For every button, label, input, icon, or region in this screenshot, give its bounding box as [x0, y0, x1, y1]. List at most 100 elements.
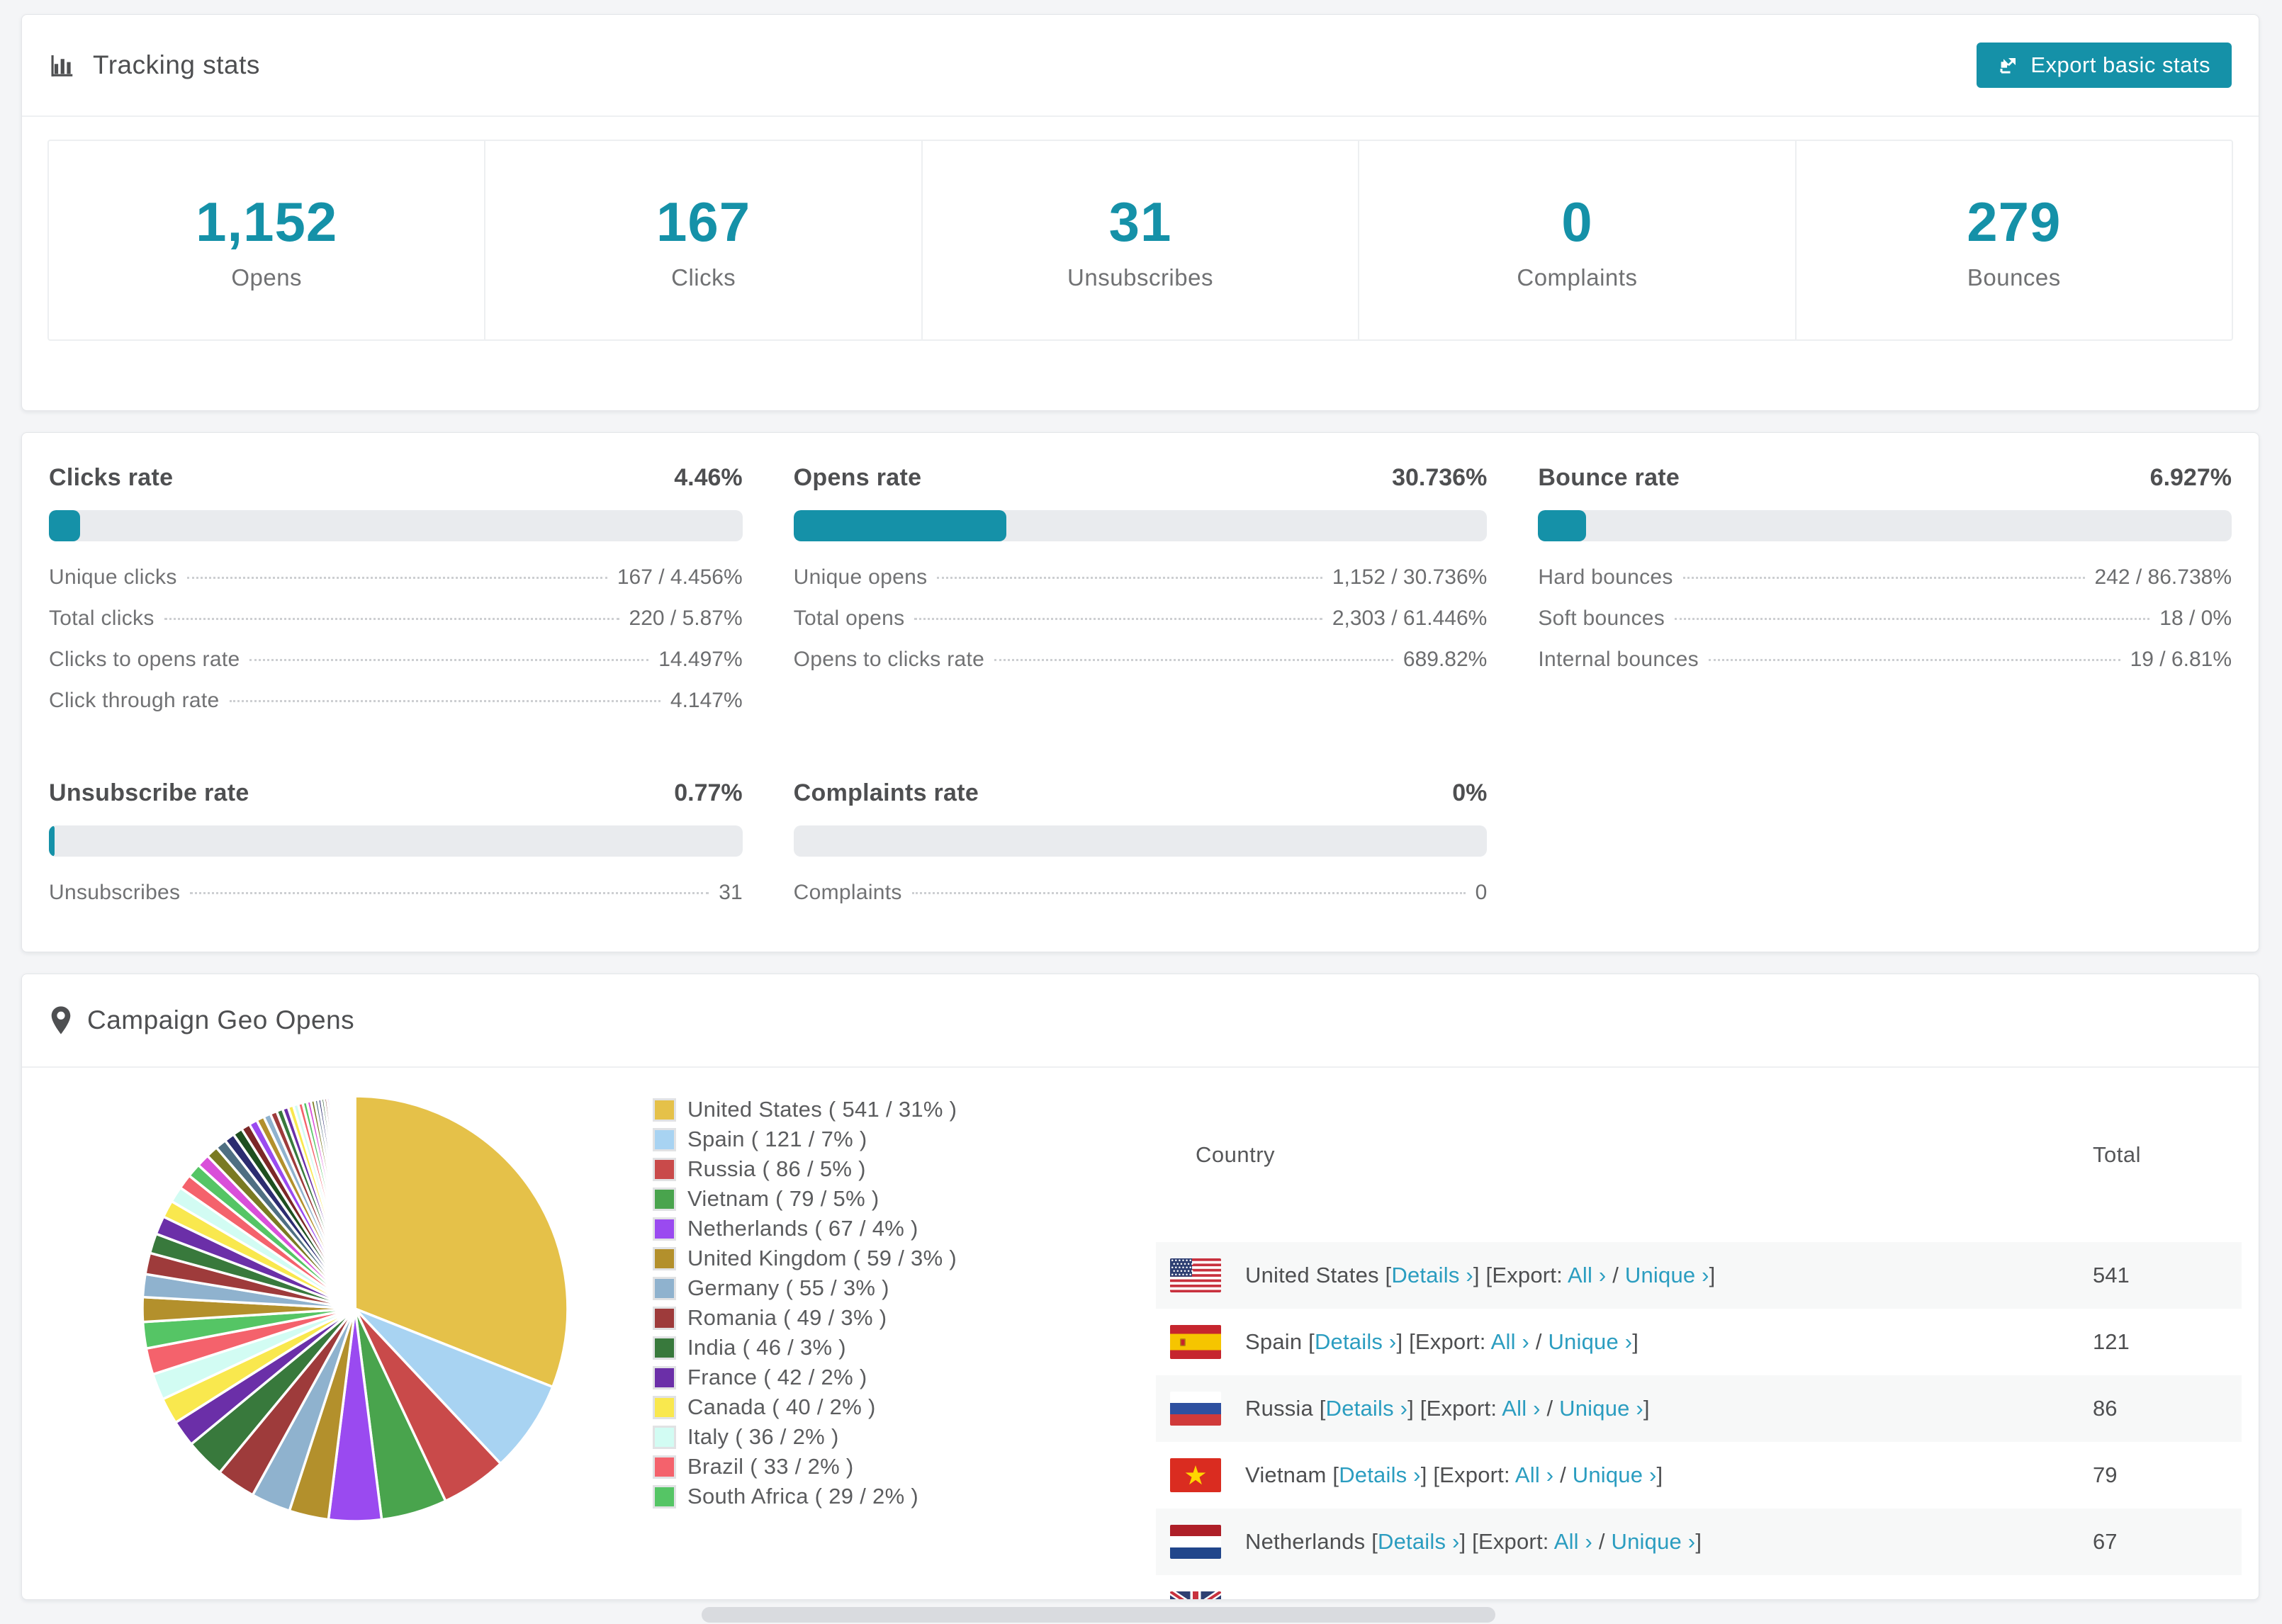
rate-stat-value: 2,303 / 61.446% — [1332, 607, 1488, 630]
legend-swatch — [653, 1157, 676, 1181]
rate-stat-label: Complaints — [793, 881, 902, 904]
rate-stat-label: Soft bounces — [1538, 607, 1665, 630]
legend-label: South Africa ( 29 / 2% ) — [687, 1484, 918, 1509]
horizontal-scrollbar-thumb[interactable] — [702, 1607, 1495, 1623]
geo-header: Campaign Geo Opens — [22, 974, 2259, 1068]
rate-stat-label: Hard bounces — [1538, 565, 1673, 589]
rate-progress-fill — [49, 510, 80, 541]
stat-box: 279 Bounces — [1797, 141, 2232, 339]
legend-label: Netherlands ( 67 / 4% ) — [687, 1216, 918, 1241]
export-all-link[interactable]: All › — [1515, 1462, 1553, 1487]
stat-value: 0 — [1561, 190, 1593, 253]
geo-table-header-total: Total — [2093, 1142, 2141, 1167]
rate-title: Bounce rate — [1538, 464, 1680, 491]
dotted-leader — [994, 659, 1393, 661]
legend-label: Canada ( 40 / 2% ) — [687, 1394, 876, 1419]
rate-value: 4.46% — [674, 464, 743, 491]
rate-stat-label: Total clicks — [49, 607, 154, 630]
rate-value: 0% — [1452, 779, 1488, 806]
legend-label: Italy ( 36 / 2% ) — [687, 1424, 839, 1449]
legend-label: Romania ( 49 / 3% ) — [687, 1305, 887, 1330]
geo-title-text: Campaign Geo Opens — [87, 1005, 355, 1034]
country-flag-icon — [1170, 1258, 1221, 1292]
country-total: 541 — [2093, 1263, 2130, 1287]
details-link[interactable]: Details › — [1391, 1263, 1473, 1287]
rate-stat-row: Unique clicks 167 / 4.456% — [49, 565, 743, 607]
rate-progress-track — [49, 510, 743, 541]
rate-block: Opens rate 30.736% Unique opens 1,152 / … — [793, 464, 1488, 730]
geo-row-text: Netherlands [Details ›] [Export: All › /… — [1245, 1529, 1702, 1554]
stat-label: Clicks — [671, 264, 736, 291]
country-flag-icon — [1170, 1525, 1221, 1559]
export-unique-link[interactable]: Unique › — [1559, 1396, 1643, 1421]
rate-stat-value: 1,152 / 30.736% — [1332, 565, 1488, 589]
rate-stat-row: Soft bounces 18 / 0% — [1538, 607, 2232, 648]
rate-progress-track — [793, 825, 1488, 857]
geo-table-row: Spain [Details ›] [Export: All › / Uniqu… — [1156, 1309, 2242, 1375]
geo-pie-chart — [128, 1082, 582, 1535]
country-name: Spain — [1245, 1329, 1303, 1354]
export-unique-link[interactable]: Unique › — [1650, 1596, 1734, 1599]
country-total: 79 — [2093, 1462, 2118, 1487]
rate-stat-label: Clicks to opens rate — [49, 648, 240, 671]
export-all-link[interactable]: All › — [1592, 1596, 1631, 1599]
rate-value: 6.927% — [2149, 464, 2232, 491]
dotted-leader — [164, 618, 619, 620]
rate-stat-value: 14.497% — [658, 648, 743, 671]
details-link[interactable]: Details › — [1326, 1396, 1408, 1421]
dotted-leader — [1682, 577, 2085, 579]
details-link[interactable]: Details › — [1315, 1329, 1397, 1354]
legend-item: United States ( 541 / 31% ) — [653, 1095, 1135, 1124]
details-link[interactable]: Details › — [1378, 1529, 1460, 1554]
rate-stat-row: Total opens 2,303 / 61.446% — [794, 607, 1488, 648]
export-icon — [2000, 58, 2016, 74]
rate-stat-label: Opens to clicks rate — [793, 648, 985, 671]
legend-item: India ( 46 / 3% ) — [653, 1333, 1135, 1363]
rate-stat-value: 167 / 4.456% — [617, 565, 743, 589]
legend-item: United Kingdom ( 59 / 3% ) — [653, 1244, 1135, 1273]
rate-stat-value: 31 — [719, 881, 743, 904]
country-flag-icon — [1170, 1325, 1221, 1359]
export-unique-link[interactable]: Unique › — [1612, 1529, 1696, 1554]
export-all-link[interactable]: All › — [1502, 1396, 1540, 1421]
legend-item: Russia ( 86 / 5% ) — [653, 1154, 1135, 1184]
legend-swatch — [653, 1306, 676, 1330]
geo-table-row: United Kingdom [Details ›] [Export: All … — [1156, 1575, 2242, 1599]
legend-swatch — [653, 1455, 676, 1479]
rate-stat-row: Unsubscribes 31 — [49, 881, 743, 922]
geo-title: Campaign Geo Opens — [49, 1005, 354, 1035]
rate-stat-row: Internal bounces 19 / 6.81% — [1538, 648, 2232, 689]
country-total: 59 — [2093, 1596, 2117, 1599]
dotted-leader — [186, 577, 607, 579]
geo-row-text: Russia [Details ›] [Export: All › / Uniq… — [1245, 1396, 1650, 1421]
country-total: 86 — [2093, 1396, 2118, 1421]
export-unique-link[interactable]: Unique › — [1625, 1263, 1709, 1287]
export-unique-link[interactable]: Unique › — [1573, 1462, 1657, 1487]
legend-swatch — [653, 1217, 676, 1241]
export-all-link[interactable]: All › — [1554, 1529, 1592, 1554]
rate-stat-value: 4.147% — [670, 689, 743, 712]
details-link[interactable]: Details › — [1416, 1596, 1498, 1599]
rate-stat-value: 689.82% — [1403, 648, 1488, 671]
rate-stat-label: Unsubscribes — [49, 881, 181, 904]
legend-label: India ( 46 / 3% ) — [687, 1335, 846, 1360]
geo-table-row: United States [Details ›] [Export: All ›… — [1156, 1242, 2242, 1309]
geo-table-row: Vietnam [Details ›] [Export: All › / Uni… — [1156, 1442, 2242, 1509]
legend-label: Spain ( 121 / 7% ) — [687, 1127, 867, 1151]
export-all-link[interactable]: All › — [1491, 1329, 1529, 1354]
rate-stat-value: 220 / 5.87% — [629, 607, 743, 630]
legend-swatch — [653, 1098, 676, 1122]
export-basic-stats-button[interactable]: Export basic stats — [1977, 43, 2232, 88]
export-all-link[interactable]: All › — [1568, 1263, 1606, 1287]
stat-box: 1,152 Opens — [49, 141, 486, 339]
stats-summary-row: 1,152 Opens 167 Clicks 31 Unsubscribes 0… — [47, 140, 2233, 341]
export-unique-link[interactable]: Unique › — [1548, 1329, 1632, 1354]
country-total: 67 — [2093, 1529, 2118, 1554]
geo-table-row: Russia [Details ›] [Export: All › / Uniq… — [1156, 1375, 2242, 1442]
dotted-leader — [1708, 659, 2120, 661]
bar-chart-icon — [51, 55, 73, 77]
details-link[interactable]: Details › — [1339, 1462, 1421, 1487]
rate-stat-value: 18 / 0% — [2159, 607, 2232, 630]
legend-swatch — [653, 1187, 676, 1211]
rate-stat-value: 242 / 86.738% — [2094, 565, 2232, 589]
